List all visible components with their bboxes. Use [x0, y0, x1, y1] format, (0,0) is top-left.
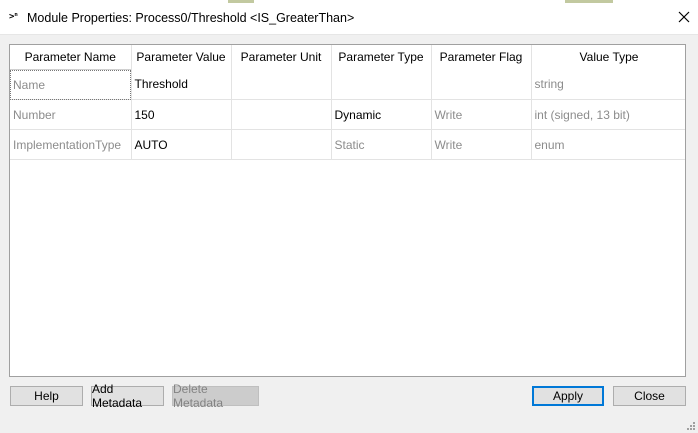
- parameter-type-cell[interactable]: Dynamic: [331, 99, 432, 130]
- background-decoration: [228, 0, 254, 3]
- column-header[interactable]: Parameter Flag: [431, 45, 532, 70]
- title-bar: >ⁿ Module Properties: Process0/Threshold…: [0, 0, 698, 35]
- add-metadata-button[interactable]: Add Metadata: [91, 382, 164, 410]
- value-type-cell[interactable]: string: [531, 69, 685, 100]
- table-header-row: Parameter Name Parameter Value Parameter…: [10, 45, 685, 70]
- parameter-type-cell[interactable]: Static: [331, 129, 432, 160]
- parameter-flag-cell[interactable]: [431, 69, 532, 100]
- parameter-unit-cell[interactable]: [231, 99, 332, 130]
- parameter-name-cell[interactable]: Number: [10, 99, 132, 130]
- parameter-name-cell[interactable]: Name: [10, 69, 132, 100]
- parameter-type-cell[interactable]: [331, 69, 432, 100]
- window-close-button[interactable]: [672, 6, 696, 28]
- help-button[interactable]: Help: [10, 386, 83, 406]
- parameter-unit-cell[interactable]: [231, 129, 332, 160]
- close-icon: [678, 11, 690, 23]
- parameter-value-cell[interactable]: 150: [131, 99, 232, 130]
- app-icon: >ⁿ: [9, 12, 19, 22]
- resize-grip-icon[interactable]: [686, 421, 696, 431]
- table-row[interactable]: Name Threshold string: [10, 69, 685, 100]
- value-type-cell[interactable]: int (signed, 13 bit): [531, 99, 685, 130]
- parameter-unit-cell[interactable]: [231, 69, 332, 100]
- column-header[interactable]: Parameter Name: [10, 45, 132, 70]
- delete-metadata-button[interactable]: Delete Metadata: [172, 382, 259, 410]
- table-row[interactable]: ImplementationType AUTO Static Write enu…: [10, 129, 685, 160]
- parameter-value-cell[interactable]: Threshold: [131, 69, 232, 100]
- apply-button[interactable]: Apply: [532, 386, 604, 406]
- column-header[interactable]: Value Type: [531, 45, 685, 70]
- parameter-flag-cell[interactable]: Write: [431, 129, 532, 160]
- parameter-flag-cell[interactable]: Write: [431, 99, 532, 130]
- column-header[interactable]: Parameter Unit: [231, 45, 332, 70]
- parameter-value-cell[interactable]: AUTO: [131, 129, 232, 160]
- parameter-table: Parameter Name Parameter Value Parameter…: [9, 44, 686, 377]
- parameter-name-cell[interactable]: ImplementationType: [10, 129, 132, 160]
- column-header[interactable]: Parameter Value: [131, 45, 232, 70]
- value-type-cell[interactable]: enum: [531, 129, 685, 160]
- background-decoration: [565, 0, 613, 3]
- column-header[interactable]: Parameter Type: [331, 45, 432, 70]
- close-button[interactable]: Close: [613, 386, 686, 406]
- window-title: Module Properties: Process0/Threshold <I…: [27, 11, 355, 25]
- table-row[interactable]: Number 150 Dynamic Write int (signed, 13…: [10, 99, 685, 130]
